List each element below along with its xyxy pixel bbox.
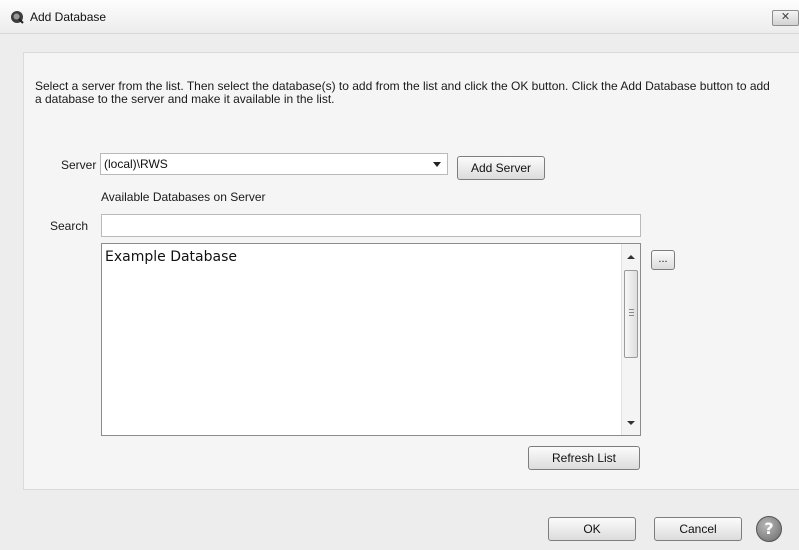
available-databases-label: Available Databases on Server (101, 190, 266, 204)
scroll-thumb[interactable] (624, 270, 638, 358)
title-bar: Add Database ✕ (0, 0, 799, 34)
add-database-dialog: Add Database ✕ Select a server from the … (0, 0, 799, 550)
browse-button[interactable]: ... (651, 250, 675, 270)
help-icon[interactable]: ? (756, 516, 782, 542)
instructions-text: Select a server from the list. Then sele… (35, 79, 770, 106)
list-item[interactable]: Example Database (105, 249, 237, 265)
chevron-down-icon (433, 162, 441, 167)
server-selected-value: (local)\RWS (104, 157, 168, 171)
server-label: Server (61, 158, 97, 172)
app-logo-icon (11, 11, 24, 24)
scroll-down-arrow-icon[interactable] (627, 421, 635, 425)
list-scrollbar[interactable] (621, 244, 640, 435)
database-list[interactable]: Example Database (101, 243, 641, 436)
server-select[interactable]: (local)\RWS (100, 153, 448, 175)
ok-button[interactable]: OK (548, 517, 636, 541)
grip-icon (629, 309, 634, 316)
search-label: Search (50, 219, 89, 233)
cancel-button[interactable]: Cancel (654, 517, 742, 541)
add-server-button[interactable]: Add Server (457, 156, 545, 180)
window-title: Add Database (30, 10, 107, 24)
search-input[interactable] (101, 214, 641, 237)
close-button[interactable]: ✕ (772, 10, 799, 26)
close-icon: ✕ (780, 11, 791, 23)
scroll-up-arrow-icon[interactable] (627, 255, 635, 259)
refresh-list-button[interactable]: Refresh List (528, 446, 640, 470)
